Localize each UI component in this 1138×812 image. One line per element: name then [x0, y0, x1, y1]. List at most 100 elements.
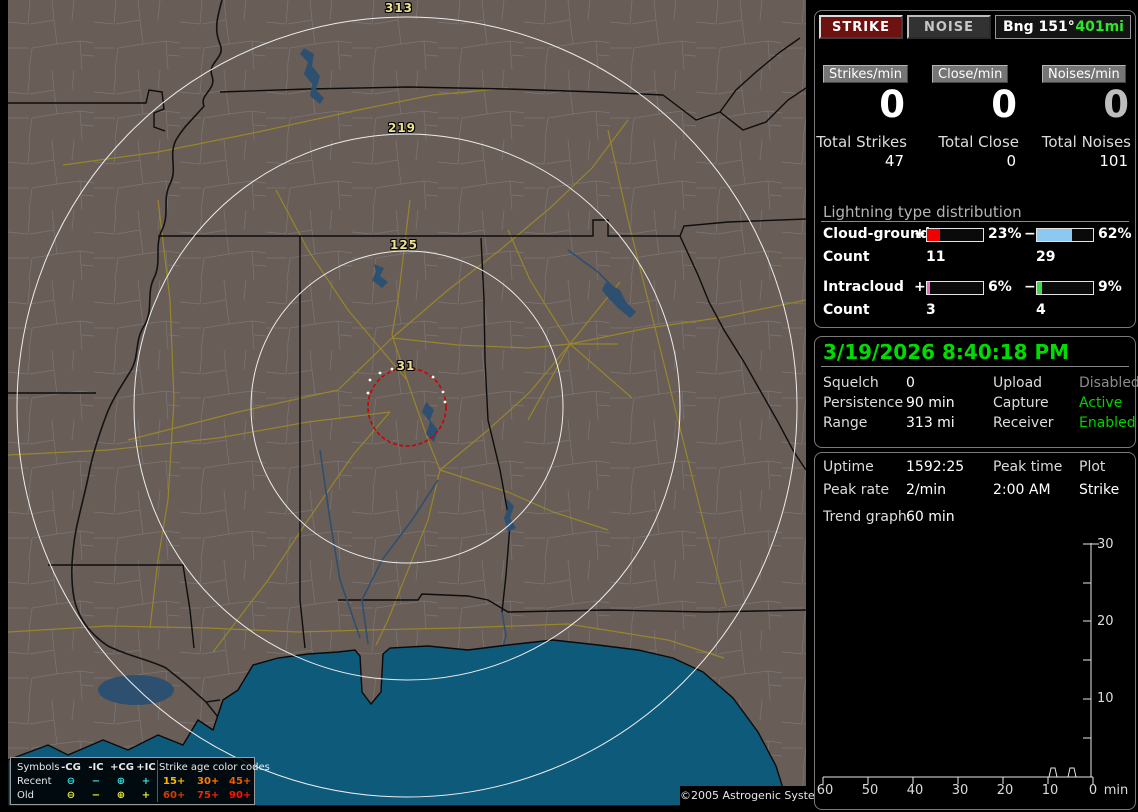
- total-noises-label: Total Noises: [1041, 133, 1131, 151]
- total-noises-value: 101: [1099, 152, 1128, 170]
- cg-minus-bar: [1036, 228, 1094, 242]
- x-tick-50: 50: [861, 783, 879, 798]
- age-30-label: 30+: [197, 776, 220, 787]
- noise-mode-button[interactable]: NOISE: [907, 15, 991, 39]
- cloud-ground-row: Cloud-ground + 23% − 62%: [815, 226, 1135, 244]
- ic-minus-bar: [1036, 281, 1094, 295]
- age-45-label: 45+: [229, 776, 252, 787]
- capture-label: Capture: [993, 395, 1049, 411]
- x-tick-30: 30: [951, 783, 969, 798]
- cg-plus-percent: 23%: [988, 226, 1022, 242]
- distance-value: 401mi: [1075, 19, 1124, 35]
- strikes-per-min-column: Strikes/min 0 Total Strikes 47: [816, 63, 909, 173]
- close-per-min-column: Close/min 0 Total Close 0: [932, 63, 1019, 173]
- distribution-title: Lightning type distribution: [823, 203, 1022, 221]
- receiver-label: Receiver: [993, 415, 1054, 431]
- pos-cg-old-icon: ⊕: [116, 790, 126, 801]
- ic-plus-bar: [926, 281, 984, 295]
- intracloud-label: Intracloud: [823, 279, 904, 295]
- map-legend: Symbols -CG -IC +CG +IC Strike age color…: [10, 757, 270, 805]
- upload-label: Upload: [993, 375, 1043, 391]
- persistence-label: Persistence: [823, 395, 904, 411]
- pos-ic-recent-icon: +: [141, 776, 151, 787]
- bearing-distance-display: Bng 151° 401mi: [995, 15, 1131, 39]
- ic-plus-count: 3: [926, 302, 936, 318]
- nexstorm-app: 313 219 125 31 Symbols -CG -IC +CG +IC S…: [0, 0, 1138, 812]
- total-strikes-value: 47: [884, 152, 904, 170]
- age-75-label: 75+: [197, 790, 220, 801]
- status-panel: 3/19/2026 8:40:18 PM Squelch 0 Upload Di…: [814, 336, 1138, 448]
- noises-per-min-value: 0: [1103, 83, 1129, 126]
- range-ring-label-219: 219: [387, 121, 417, 135]
- x-tick-10: 10: [1041, 783, 1059, 798]
- persistence-row: Persistence 90 min Capture Active: [815, 395, 1135, 415]
- total-close-label: Total Close: [938, 133, 1019, 151]
- range-ring-label-125: 125: [389, 238, 419, 252]
- pos-cg-recent-icon: ⊕: [116, 776, 126, 787]
- neg-cg-old-icon: ⊖: [66, 790, 76, 801]
- receiver-status: Enabled: [1079, 415, 1136, 431]
- strike-mode-button[interactable]: STRIKE: [819, 15, 903, 39]
- cloud-ground-count-row: Count 11 29: [815, 249, 1135, 265]
- copyright-attribution: ©2005 Astrogenic Systems: [680, 786, 831, 806]
- y-tick-30: 30: [1097, 537, 1114, 552]
- total-strikes-label: Total Strikes: [816, 133, 907, 151]
- bearing-value: Bng 151°: [1003, 19, 1075, 35]
- neg-cg-recent-icon: ⊖: [66, 776, 76, 787]
- legend-recent-label: Recent: [17, 776, 52, 787]
- range-label: Range: [823, 415, 868, 431]
- range-ring-label-313: 313: [384, 1, 414, 15]
- age-15-label: 15+: [163, 776, 186, 787]
- strikes-per-min-label: Strikes/min: [823, 65, 909, 83]
- persistence-value: 90 min: [906, 395, 955, 411]
- lightning-map[interactable]: 313 219 125 31 Symbols -CG -IC +CG +IC S…: [8, 0, 831, 806]
- ic-plus-bar-fill: [927, 282, 931, 294]
- ic-minus-bar-fill: [1037, 282, 1043, 294]
- cg-minus-bar-fill: [1037, 229, 1072, 241]
- legend-old-label: Old: [17, 790, 34, 801]
- range-value: 313 mi: [906, 415, 955, 431]
- range-ring-label-31: 31: [396, 359, 416, 373]
- y-tick-10: 10: [1097, 691, 1114, 706]
- age-90-label: 90+: [229, 790, 252, 801]
- y-tick-20: 20: [1097, 614, 1114, 629]
- divider: [821, 221, 1129, 222]
- strike-stats-panel: STRIKE NOISE Bng 151° 401mi Strikes/min …: [814, 10, 1136, 328]
- intracloud-row: Intracloud + 6% − 9%: [815, 279, 1135, 297]
- minus-sign: −: [1024, 226, 1036, 242]
- cg-plus-bar: [926, 228, 984, 242]
- trend-graph-plot: [822, 543, 1099, 784]
- capture-status: Active: [1079, 395, 1123, 411]
- total-close-value: 0: [1006, 152, 1016, 170]
- cg-plus-bar-fill: [927, 229, 940, 241]
- divider: [821, 366, 1129, 367]
- upload-status: Disabled: [1079, 375, 1138, 391]
- strikes-per-min-value: 0: [879, 83, 905, 126]
- noises-per-min-label: Noises/min: [1042, 65, 1126, 83]
- close-per-min-value: 0: [991, 83, 1017, 126]
- count-label: Count: [823, 302, 870, 318]
- plus-sign: +: [914, 226, 926, 242]
- legend-symbols-label: Symbols: [17, 762, 60, 773]
- minus-sign: −: [1024, 279, 1036, 295]
- squelch-value: 0: [906, 375, 915, 391]
- squelch-label: Squelch: [823, 375, 879, 391]
- noises-per-min-column: Noises/min 0 Total Noises 101: [1042, 63, 1131, 173]
- legend-age-title: Strike age color codes: [159, 762, 270, 773]
- legend-col-pos-cg: +CG: [110, 762, 134, 773]
- cg-minus-count: 29: [1036, 249, 1056, 265]
- age-60-label: 60+: [163, 790, 186, 801]
- neg-ic-recent-icon: −: [91, 776, 101, 787]
- ic-plus-percent: 6%: [988, 279, 1012, 295]
- range-row: Range 313 mi Receiver Enabled: [815, 415, 1136, 435]
- ic-minus-count: 4: [1036, 302, 1046, 318]
- x-tick-60: 60: [816, 783, 834, 798]
- plus-sign: +: [914, 279, 926, 295]
- pos-ic-old-icon: +: [141, 790, 151, 801]
- x-tick-20: 20: [996, 783, 1014, 798]
- x-tick-0: 0: [1088, 783, 1098, 798]
- squelch-row: Squelch 0 Upload Disabled: [815, 375, 1138, 395]
- trend-panel: Uptime 1592:25 Peak time Plot Peak rate …: [814, 452, 1136, 810]
- legend-col-pos-ic: +IC: [136, 762, 156, 773]
- ic-minus-percent: 9%: [1098, 279, 1122, 295]
